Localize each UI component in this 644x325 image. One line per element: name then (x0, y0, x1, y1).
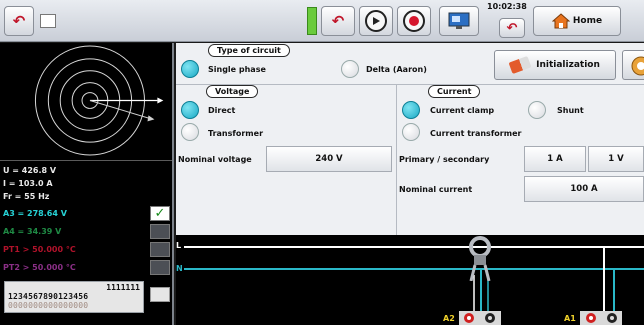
pt1-readout: PT1 > 50.000 °C (3, 245, 76, 254)
digital-inputs: 1111111 1234567890123456 000000000000000… (4, 281, 144, 313)
capture-button[interactable] (439, 6, 479, 36)
nominal-current-field[interactable]: 100 A (524, 176, 644, 202)
return-button[interactable]: ↶ (499, 18, 525, 38)
play-icon (365, 10, 387, 32)
digital-index-units: 1234567890123456 (8, 292, 89, 301)
digital-states: 0000000000000000 (8, 301, 89, 310)
terminal-a1-connector (580, 311, 622, 325)
column-divider (396, 85, 397, 235)
wiring-diagram: L N A2 A1 (176, 235, 644, 325)
undo-icon: ↶ (331, 11, 345, 30)
primary-field[interactable]: 1 A (524, 146, 586, 172)
back-arrow-icon: ↶ (12, 11, 26, 30)
frequency-readout: Fr = 55 Hz (3, 192, 50, 201)
current-clamp-icon (469, 236, 491, 281)
home-icon (551, 13, 570, 29)
toolbar: ↶ ↶ 10:02:38 ↶ Home (0, 0, 644, 42)
voltage-transformer-radio[interactable] (181, 123, 199, 141)
return-icon: ↶ (506, 20, 518, 36)
line-l-label: L (176, 241, 182, 250)
a4-checkbox[interactable] (150, 224, 170, 239)
back-button[interactable]: ↶ (4, 6, 34, 36)
terminal-a2-connector (459, 311, 501, 325)
current-clamp-radio[interactable] (402, 101, 420, 119)
checkmark-icon: ✓ (154, 206, 166, 221)
undo-button[interactable]: ↶ (321, 6, 355, 36)
window-icon[interactable] (40, 14, 56, 28)
voltage-transformer-label: Transformer (208, 129, 264, 138)
voltage-readout: U = 426.8 V (3, 166, 57, 175)
record-icon (403, 10, 425, 32)
direct-radio[interactable] (181, 101, 199, 119)
terminal-a2-label: A2 (443, 314, 455, 323)
single-phase-radio[interactable] (181, 60, 199, 78)
nominal-voltage-label: Nominal voltage (178, 155, 252, 164)
clock: 10:02:38 (487, 2, 527, 11)
settings-button[interactable] (622, 50, 644, 80)
pt2-readout: PT2 > 50.000 °C (3, 263, 76, 272)
a3-readout: A3 = 278.64 V (3, 209, 67, 218)
current-transformer-radio[interactable] (402, 123, 420, 141)
monitor-icon (448, 12, 470, 29)
home-button[interactable]: Home (533, 6, 621, 36)
current-transformer-label: Current transformer (430, 129, 522, 138)
line-n-label: N (176, 264, 183, 273)
eraser-icon (508, 55, 532, 75)
nominal-voltage-field[interactable]: 240 V (266, 146, 392, 172)
home-label: Home (572, 16, 603, 26)
pt1-checkbox[interactable] (150, 242, 170, 257)
config-panel: Type of circuit Single phase Delta (Aaro… (176, 43, 644, 235)
delta-label: Delta (Aaron) (366, 65, 427, 74)
nominal-current-label: Nominal current (399, 185, 473, 194)
pt2-checkbox[interactable] (150, 260, 170, 275)
gear-icon (631, 56, 644, 76)
battery-indicator (307, 7, 317, 35)
voltage-section-title: Voltage (206, 85, 259, 98)
terminal-a1-label: A1 (564, 314, 576, 323)
current-section-title: Current (428, 85, 481, 98)
initialization-button[interactable]: Initialization (494, 50, 616, 80)
fresnel-diagram (0, 45, 172, 161)
shunt-radio[interactable] (528, 101, 546, 119)
delta-radio[interactable] (341, 60, 359, 78)
direct-label: Direct (208, 106, 236, 115)
measurement-panel: U = 426.8 V I = 103.0 A Fr = 55 Hz A3 = … (0, 43, 174, 325)
secondary-field[interactable]: 1 V (588, 146, 644, 172)
wiring-lines (184, 246, 644, 311)
initialization-label: Initialization (536, 60, 600, 70)
record-button[interactable] (397, 6, 431, 36)
play-button[interactable] (359, 6, 393, 36)
circuit-section-title: Type of circuit (208, 44, 290, 57)
single-phase-label: Single phase (208, 65, 266, 74)
primary-secondary-label: Primary / secondary (399, 155, 490, 164)
digital-inputs-checkbox[interactable] (150, 287, 170, 302)
current-clamp-label: Current clamp (430, 106, 495, 115)
a3-checkbox[interactable]: ✓ (150, 206, 170, 221)
a4-readout: A4 = 34.39 V (3, 227, 62, 236)
shunt-label: Shunt (557, 106, 584, 115)
digital-index-tens: 1111111 (106, 283, 140, 292)
current-readout: I = 103.0 A (3, 179, 53, 188)
